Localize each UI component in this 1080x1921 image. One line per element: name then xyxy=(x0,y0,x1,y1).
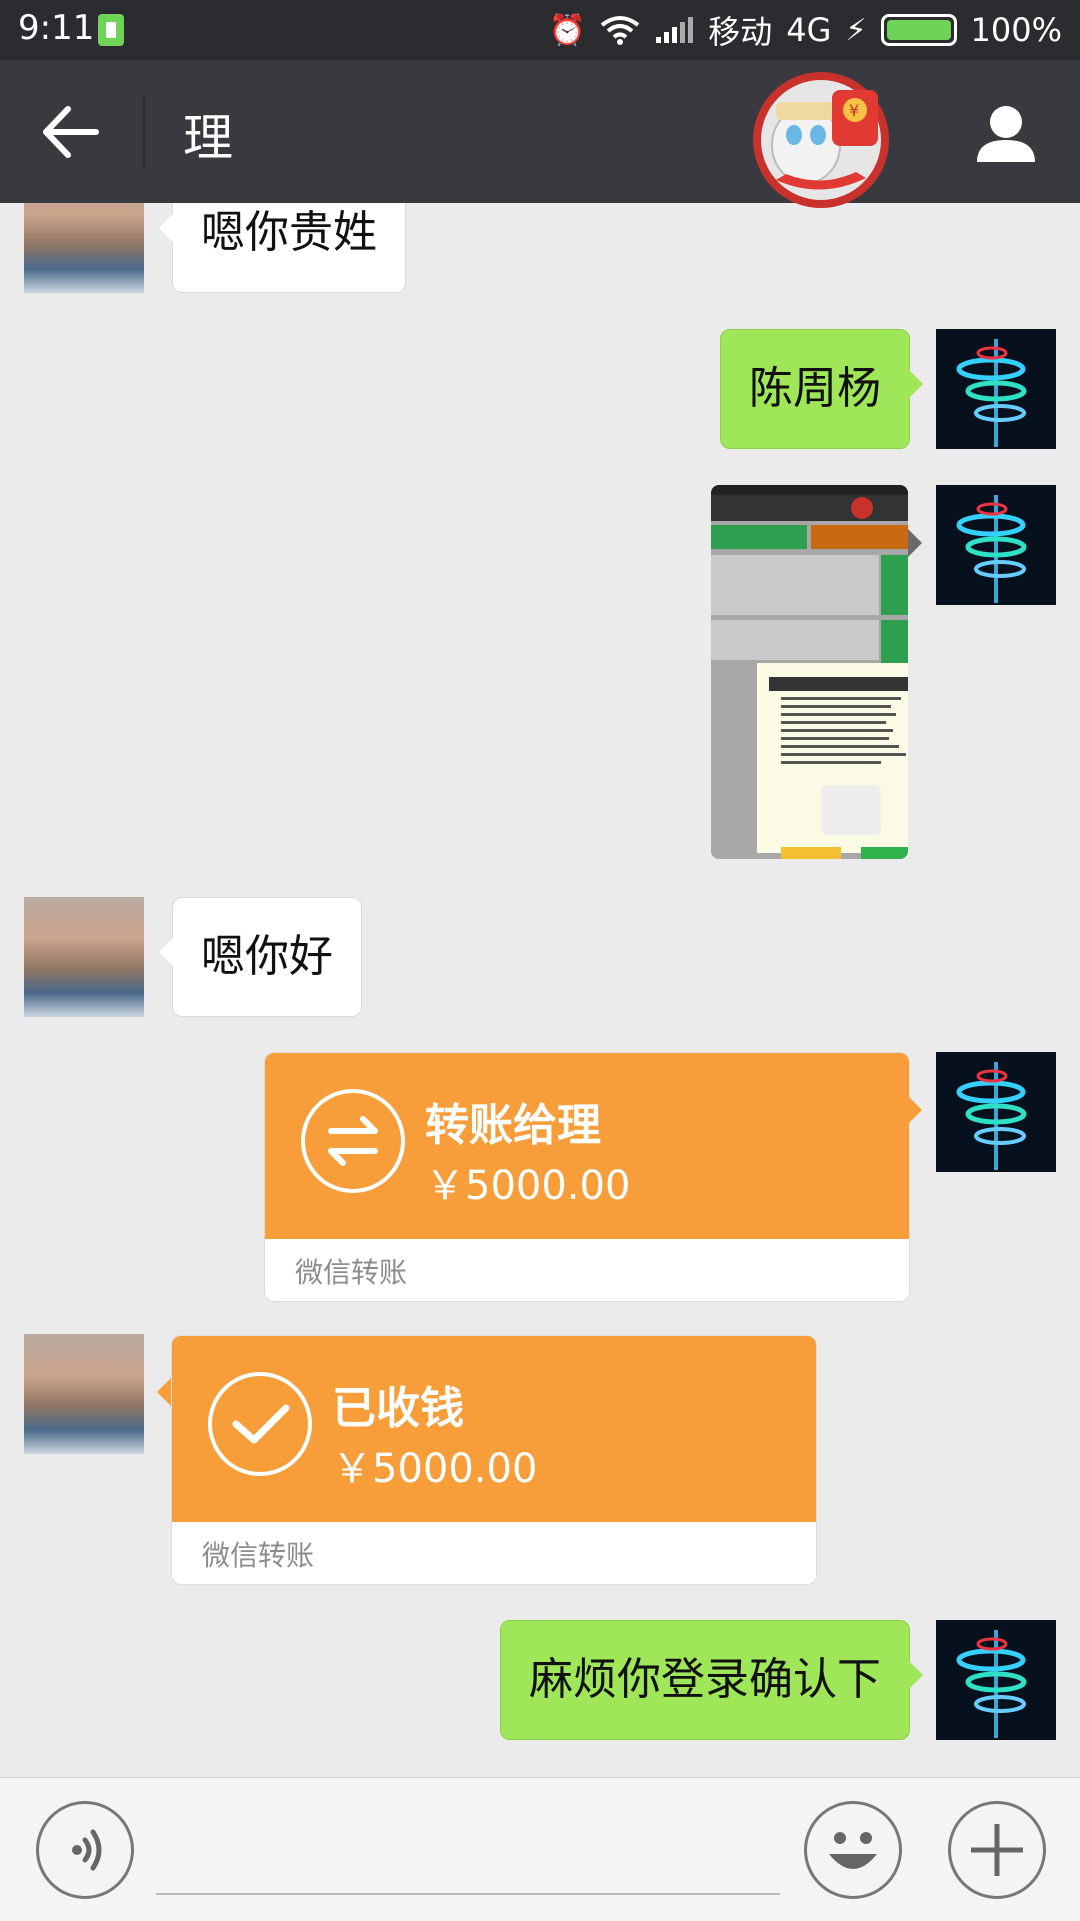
transfer-card-received[interactable]: 已收钱 ￥5000.00 微信转账 xyxy=(171,1335,817,1585)
transfer-amount: ￥5000.00 xyxy=(332,1446,538,1492)
header-divider xyxy=(143,96,145,168)
transfer-title: 已收钱 xyxy=(332,1383,464,1434)
plus-icon[interactable] xyxy=(948,1801,1046,1899)
chat-header: 理 ¥ xyxy=(0,60,1080,208)
my-avatar[interactable] xyxy=(936,329,1056,449)
chat-title: 理 xyxy=(183,109,233,167)
transfer-tail xyxy=(908,1096,922,1124)
sent-message[interactable]: 陈周杨 xyxy=(720,329,923,449)
contact-avatar[interactable] xyxy=(24,1334,144,1454)
battery-percent: 100% xyxy=(970,11,1062,49)
wifi-icon xyxy=(601,16,640,45)
charging-icon: ⚡ xyxy=(845,12,867,48)
voice-icon[interactable] xyxy=(36,1801,134,1899)
contact-avatar[interactable] xyxy=(24,897,144,1017)
transfer-arrows-icon xyxy=(301,1089,405,1193)
network-label: 4G xyxy=(786,11,832,49)
transfer-title: 转账给理 xyxy=(425,1100,601,1151)
image-tail xyxy=(908,529,922,557)
status-time: 9:11 xyxy=(18,8,95,48)
input-bar xyxy=(0,1777,1080,1921)
received-message[interactable]: 嗯你好 xyxy=(159,897,362,1017)
status-bar: 9:11 ⏰ 移动 4G ⚡ 100% xyxy=(0,0,1080,60)
red-packet-mascot-icon[interactable]: ¥ xyxy=(736,60,906,210)
image-message[interactable] xyxy=(711,485,908,859)
carrier-label: 移动 xyxy=(708,13,773,51)
my-avatar[interactable] xyxy=(936,1052,1056,1172)
svg-text:¥: ¥ xyxy=(849,101,859,120)
tower-photo xyxy=(936,329,1056,449)
transfer-tail xyxy=(157,1378,171,1406)
transfer-card-body: 转账给理 ￥5000.00 xyxy=(265,1053,909,1239)
received-message[interactable]: 嗯你贵姓 xyxy=(159,203,406,293)
transfer-card-body: 已收钱 ￥5000.00 xyxy=(172,1336,816,1522)
battery-saver-icon xyxy=(98,14,124,46)
smiley-icon[interactable] xyxy=(804,1801,902,1899)
tower-photo xyxy=(936,1620,1056,1740)
check-icon xyxy=(208,1372,312,1476)
my-avatar[interactable] xyxy=(936,485,1056,605)
signal-icon xyxy=(656,17,694,43)
sent-message[interactable]: 麻烦你登录确认下 xyxy=(500,1620,923,1740)
back-arrow-icon[interactable] xyxy=(40,105,100,159)
status-right: ⏰ 移动 4G ⚡ 100% xyxy=(549,8,1062,52)
tower-photo xyxy=(936,1052,1056,1172)
contact-avatar[interactable] xyxy=(24,203,144,293)
transfer-footer: 微信转账 xyxy=(202,1539,315,1572)
battery-icon xyxy=(880,14,957,46)
screenshot-thumbnail xyxy=(711,485,908,859)
transfer-card-sent[interactable]: 转账给理 ￥5000.00 微信转账 xyxy=(264,1052,910,1302)
transfer-footer: 微信转账 xyxy=(295,1256,408,1289)
tower-photo xyxy=(936,485,1056,605)
chat-area[interactable]: 嗯你贵姓 陈周杨 嗯你好 转账给理 ￥5000.00 微信转账 已收钱 ￥500… xyxy=(0,203,1080,1777)
message-input[interactable] xyxy=(156,1893,780,1895)
my-avatar[interactable] xyxy=(936,1620,1056,1740)
alarm-icon: ⏰ xyxy=(548,12,587,48)
profile-icon[interactable] xyxy=(975,102,1037,164)
transfer-amount: ￥5000.00 xyxy=(425,1163,631,1209)
